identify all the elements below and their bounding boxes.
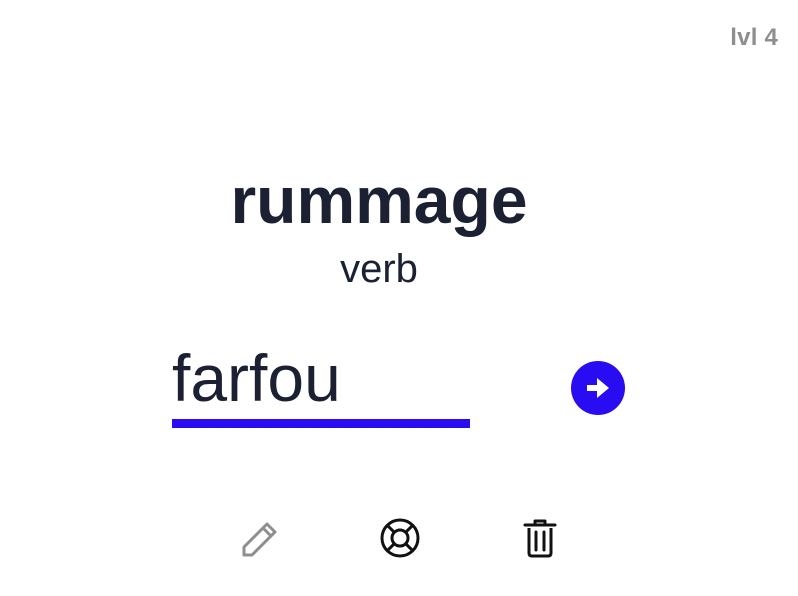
edit-button[interactable]: [238, 516, 282, 560]
answer-input[interactable]: [172, 338, 470, 418]
flashcard-word: rummage: [230, 163, 528, 237]
trash-icon: [523, 519, 557, 558]
level-indicator: lvl 4: [730, 24, 778, 51]
delete-button[interactable]: [518, 516, 562, 560]
part-of-speech: verb: [340, 247, 418, 291]
pencil-icon: [242, 522, 277, 557]
arrow-right-circle-icon: [587, 378, 609, 398]
answer-underline: [172, 419, 470, 428]
lifebuoy-icon: [380, 518, 420, 558]
submit-button[interactable]: [571, 361, 625, 415]
help-button[interactable]: [378, 516, 422, 560]
answer-field-wrapper: [172, 338, 470, 428]
